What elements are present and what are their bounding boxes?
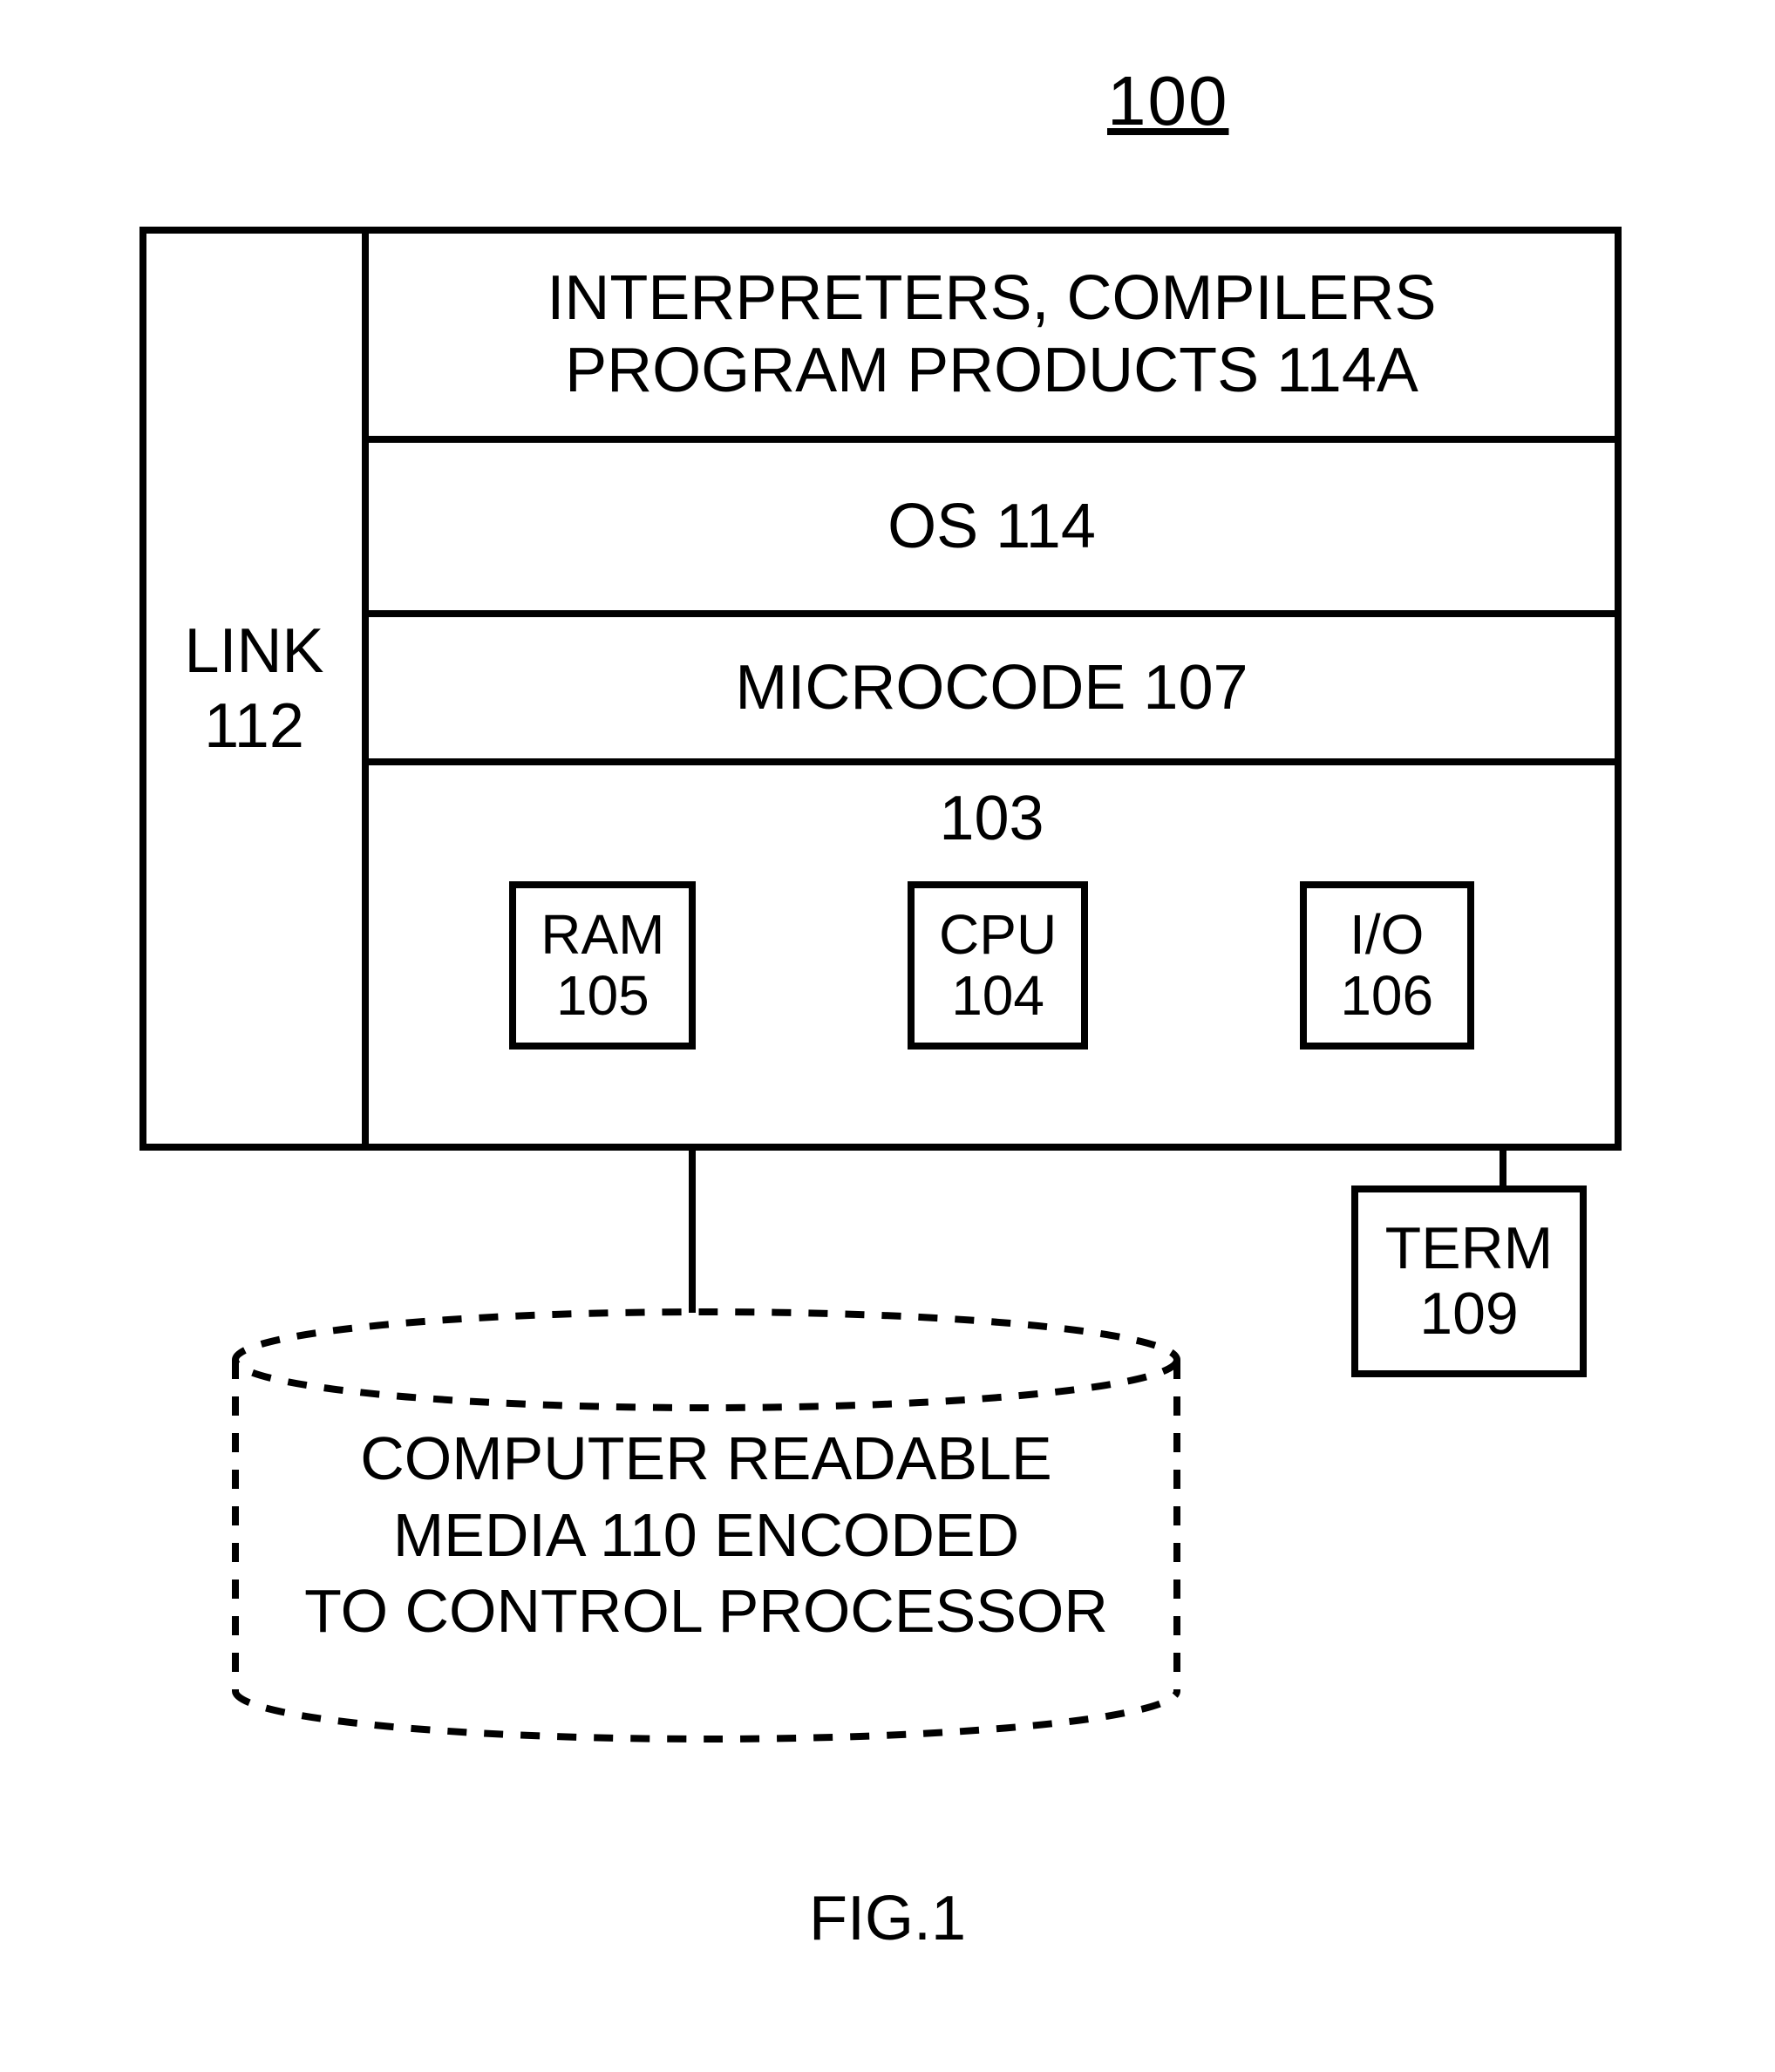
system-block: LINK 112 INTERPRETERS, COMPILERS PROGRAM… (139, 227, 1622, 1151)
media-line2: MEDIA 110 ENCODED (227, 1498, 1186, 1574)
cpu-block: CPU 104 (908, 881, 1088, 1050)
media-line3: TO CONTROL PROCESSOR (227, 1573, 1186, 1650)
layer-stack: INTERPRETERS, COMPILERS PROGRAM PRODUCTS… (369, 234, 1615, 1144)
microcode-layer: MICROCODE 107 (369, 617, 1615, 765)
media-connector-line (689, 1147, 696, 1313)
terminal-block: TERM 109 (1351, 1185, 1587, 1377)
system-reference-number: 100 (1107, 61, 1228, 141)
media-text: COMPUTER READABLE MEDIA 110 ENCODED TO C… (227, 1421, 1186, 1650)
ram-block: RAM 105 (509, 881, 696, 1050)
figure-caption: FIG.1 (0, 1883, 1775, 1954)
applications-line2: PROGRAM PRODUCTS 114A (547, 335, 1436, 407)
ram-ref: 105 (541, 965, 664, 1026)
microcode-label: MICROCODE 107 (735, 652, 1248, 724)
link-block: LINK 112 (146, 234, 369, 1144)
io-ref: 106 (1331, 965, 1443, 1026)
os-label: OS 114 (888, 491, 1096, 563)
hardware-ref: 103 (939, 783, 1044, 855)
io-label: I/O (1331, 904, 1443, 965)
hardware-components: RAM 105 CPU 104 I/O 106 (404, 881, 1580, 1050)
storage-cylinder: COMPUTER READABLE MEDIA 110 ENCODED TO C… (227, 1308, 1186, 1743)
applications-line1: INTERPRETERS, COMPILERS (547, 262, 1436, 335)
term-ref: 109 (1419, 1281, 1518, 1347)
cpu-label: CPU (939, 904, 1057, 965)
applications-layer: INTERPRETERS, COMPILERS PROGRAM PRODUCTS… (369, 234, 1615, 443)
hardware-layer: 103 RAM 105 CPU 104 I/O 106 (369, 765, 1615, 1144)
media-line1: COMPUTER READABLE (227, 1421, 1186, 1498)
ram-label: RAM (541, 904, 664, 965)
link-label: LINK (184, 614, 323, 689)
term-label: TERM (1385, 1216, 1554, 1281)
cpu-ref: 104 (939, 965, 1057, 1026)
io-block: I/O 106 (1300, 881, 1474, 1050)
diagram-canvas: 100 LINK 112 INTERPRETERS, COMPILERS PRO… (0, 0, 1775, 2072)
link-ref: 112 (204, 689, 304, 764)
os-layer: OS 114 (369, 443, 1615, 617)
